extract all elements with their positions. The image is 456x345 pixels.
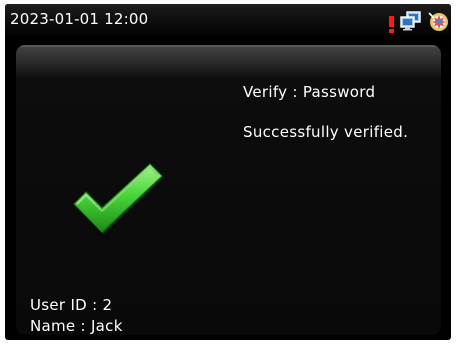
verification-message: Successfully verified. [243, 123, 409, 141]
status-bar: 2023-01-01 12:00 [5, 4, 451, 37]
user-name-label: Name : Jack [30, 317, 123, 335]
network-icon [400, 11, 422, 31]
verification-panel: Verify : Password Successfully verified.… [16, 45, 441, 335]
status-icons [389, 8, 449, 34]
device-screen: 2023-01-01 12:00 Verify: Password Succe… [5, 4, 451, 340]
user-id-label: User ID : 2 [30, 296, 113, 314]
verify-mode-label: Verify : Password [243, 83, 376, 101]
alert-icon [389, 15, 395, 33]
status-datetime: 2023-01-01 12:00 [10, 10, 149, 28]
checkmark-icon [72, 160, 164, 234]
settings-icon [427, 10, 449, 32]
